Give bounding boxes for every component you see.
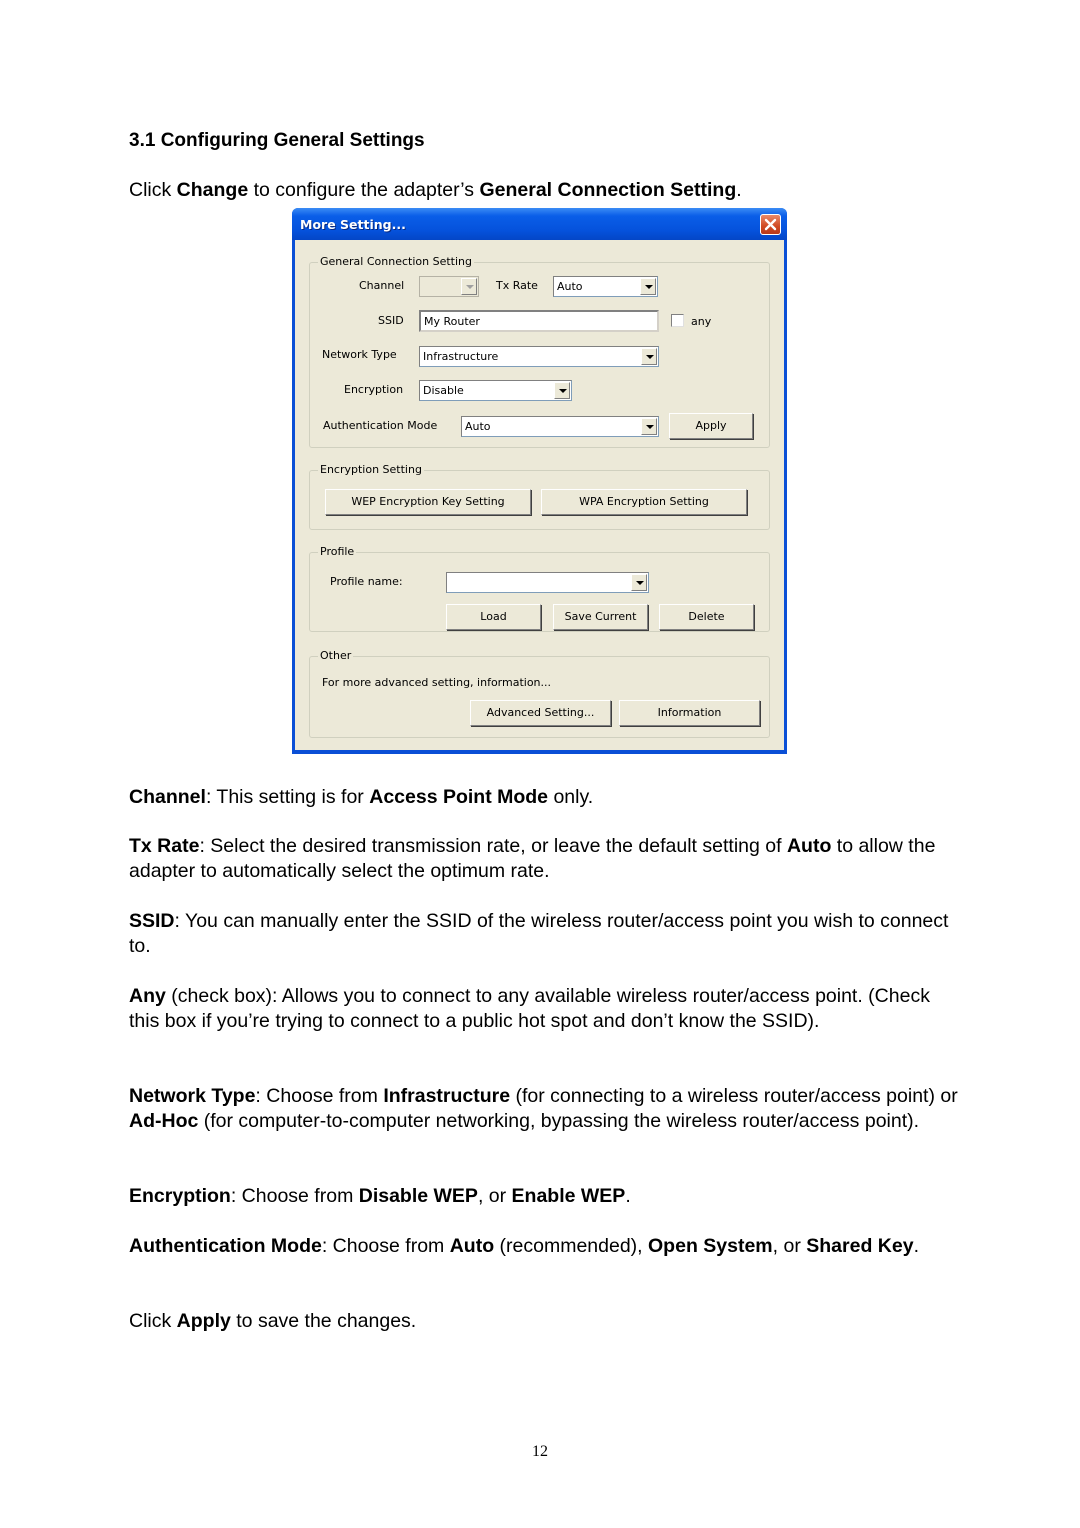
any-checkbox[interactable] xyxy=(671,314,684,327)
information-button[interactable]: Information xyxy=(619,700,760,726)
section-heading: 3.1 Configuring General Settings xyxy=(129,130,425,151)
ssid-value: My Router xyxy=(424,315,480,328)
network-type-label: Network Type xyxy=(322,348,397,361)
bold-term: Encryption xyxy=(129,1185,231,1207)
bold-term: Auto xyxy=(449,1235,495,1257)
bold-term: Tx Rate xyxy=(129,835,200,857)
chevron-down-icon xyxy=(641,348,657,365)
apply-paragraph: Click Apply to save the changes. xyxy=(129,1310,417,1332)
profile-name-select[interactable] xyxy=(446,572,649,593)
channel-label: Channel xyxy=(359,279,405,292)
network-type-select[interactable]: Infrastructure xyxy=(419,346,659,367)
channel-paragraph: Channel: This setting is for Access Poin… xyxy=(129,786,594,808)
chevron-down-icon xyxy=(640,278,656,295)
bold-term: Change xyxy=(176,179,249,201)
auth-mode-paragraph: Authentication Mode: Choose from Auto (r… xyxy=(129,1235,919,1257)
general-connection-legend: General Connection Setting xyxy=(318,255,474,268)
bold-term: Authentication Mode xyxy=(129,1235,322,1257)
dialog-title: More Setting... xyxy=(300,217,406,232)
apply-button[interactable]: Apply xyxy=(669,413,753,439)
chevron-down-icon xyxy=(554,382,570,399)
bold-term: Network Type xyxy=(129,1085,256,1107)
bold-term: Ad-Hoc xyxy=(129,1110,199,1132)
page-number: 12 xyxy=(532,1443,548,1460)
ssid-paragraph: SSID: You can manually enter the SSID of… xyxy=(129,910,949,957)
load-button[interactable]: Load xyxy=(446,604,541,630)
txrate-value: Auto xyxy=(557,280,583,293)
bold-term: Open System xyxy=(648,1235,773,1257)
wep-key-setting-button[interactable]: WEP Encryption Key Setting xyxy=(325,489,531,515)
auth-mode-value: Auto xyxy=(465,420,491,433)
encryption-setting-legend: Encryption Setting xyxy=(318,463,424,476)
delete-button[interactable]: Delete xyxy=(659,604,754,630)
bold-term: SSID xyxy=(129,910,175,932)
any-label: any xyxy=(691,315,712,328)
bold-term: Disable WEP xyxy=(358,1185,478,1207)
txrate-label: Tx Rate xyxy=(496,279,538,292)
encryption-paragraph: Encryption: Choose from Disable WEP, or … xyxy=(129,1185,631,1207)
dialog-body: General Connection Setting Channel Tx Ra… xyxy=(295,240,784,750)
txrate-paragraph: Tx Rate: Select the desired transmission… xyxy=(129,835,936,882)
auth-mode-label: Authentication Mode xyxy=(323,419,438,432)
auth-mode-select[interactable]: Auto xyxy=(461,416,659,437)
bold-term: Auto xyxy=(786,835,832,857)
title-bar[interactable]: More Setting... xyxy=(292,208,787,240)
more-setting-dialog: More Setting... General Connection Setti… xyxy=(292,208,787,754)
network-type-value: Infrastructure xyxy=(423,350,499,363)
advanced-setting-button[interactable]: Advanced Setting... xyxy=(470,700,611,726)
channel-select[interactable] xyxy=(419,276,479,297)
bold-term: Infrastructure xyxy=(383,1085,511,1107)
other-description: For more advanced setting, information..… xyxy=(322,676,552,689)
bold-term: Any xyxy=(129,985,166,1007)
close-icon xyxy=(764,218,777,231)
save-current-button[interactable]: Save Current xyxy=(553,604,648,630)
encryption-value: Disable xyxy=(423,384,464,397)
profile-legend: Profile xyxy=(318,545,357,558)
bold-term: Channel xyxy=(129,786,206,808)
chevron-down-icon xyxy=(641,418,657,435)
bold-term: Enable WEP xyxy=(511,1185,626,1207)
txrate-select[interactable]: Auto xyxy=(553,276,658,297)
chevron-down-icon xyxy=(461,278,477,295)
chevron-down-icon xyxy=(631,574,647,591)
encryption-select[interactable]: Disable xyxy=(419,380,572,401)
bold-term: Access Point Mode xyxy=(369,786,549,808)
ssid-input[interactable]: My Router xyxy=(419,310,659,332)
ssid-label: SSID xyxy=(378,314,404,327)
bold-term: General Connection Setting xyxy=(479,179,737,201)
profile-name-label: Profile name: xyxy=(330,575,403,588)
any-paragraph: Any (check box): Allows you to connect t… xyxy=(129,985,930,1032)
other-legend: Other xyxy=(318,649,354,662)
close-button[interactable] xyxy=(760,214,781,235)
network-type-paragraph: Network Type: Choose from Infrastructure… xyxy=(129,1085,958,1132)
wpa-encryption-setting-button[interactable]: WPA Encryption Setting xyxy=(541,489,747,515)
bold-term: Shared Key xyxy=(806,1235,914,1257)
encryption-label: Encryption xyxy=(344,383,404,396)
bold-term: Apply xyxy=(176,1310,231,1332)
intro-paragraph: Click Change to configure the adapter’s … xyxy=(129,179,742,201)
